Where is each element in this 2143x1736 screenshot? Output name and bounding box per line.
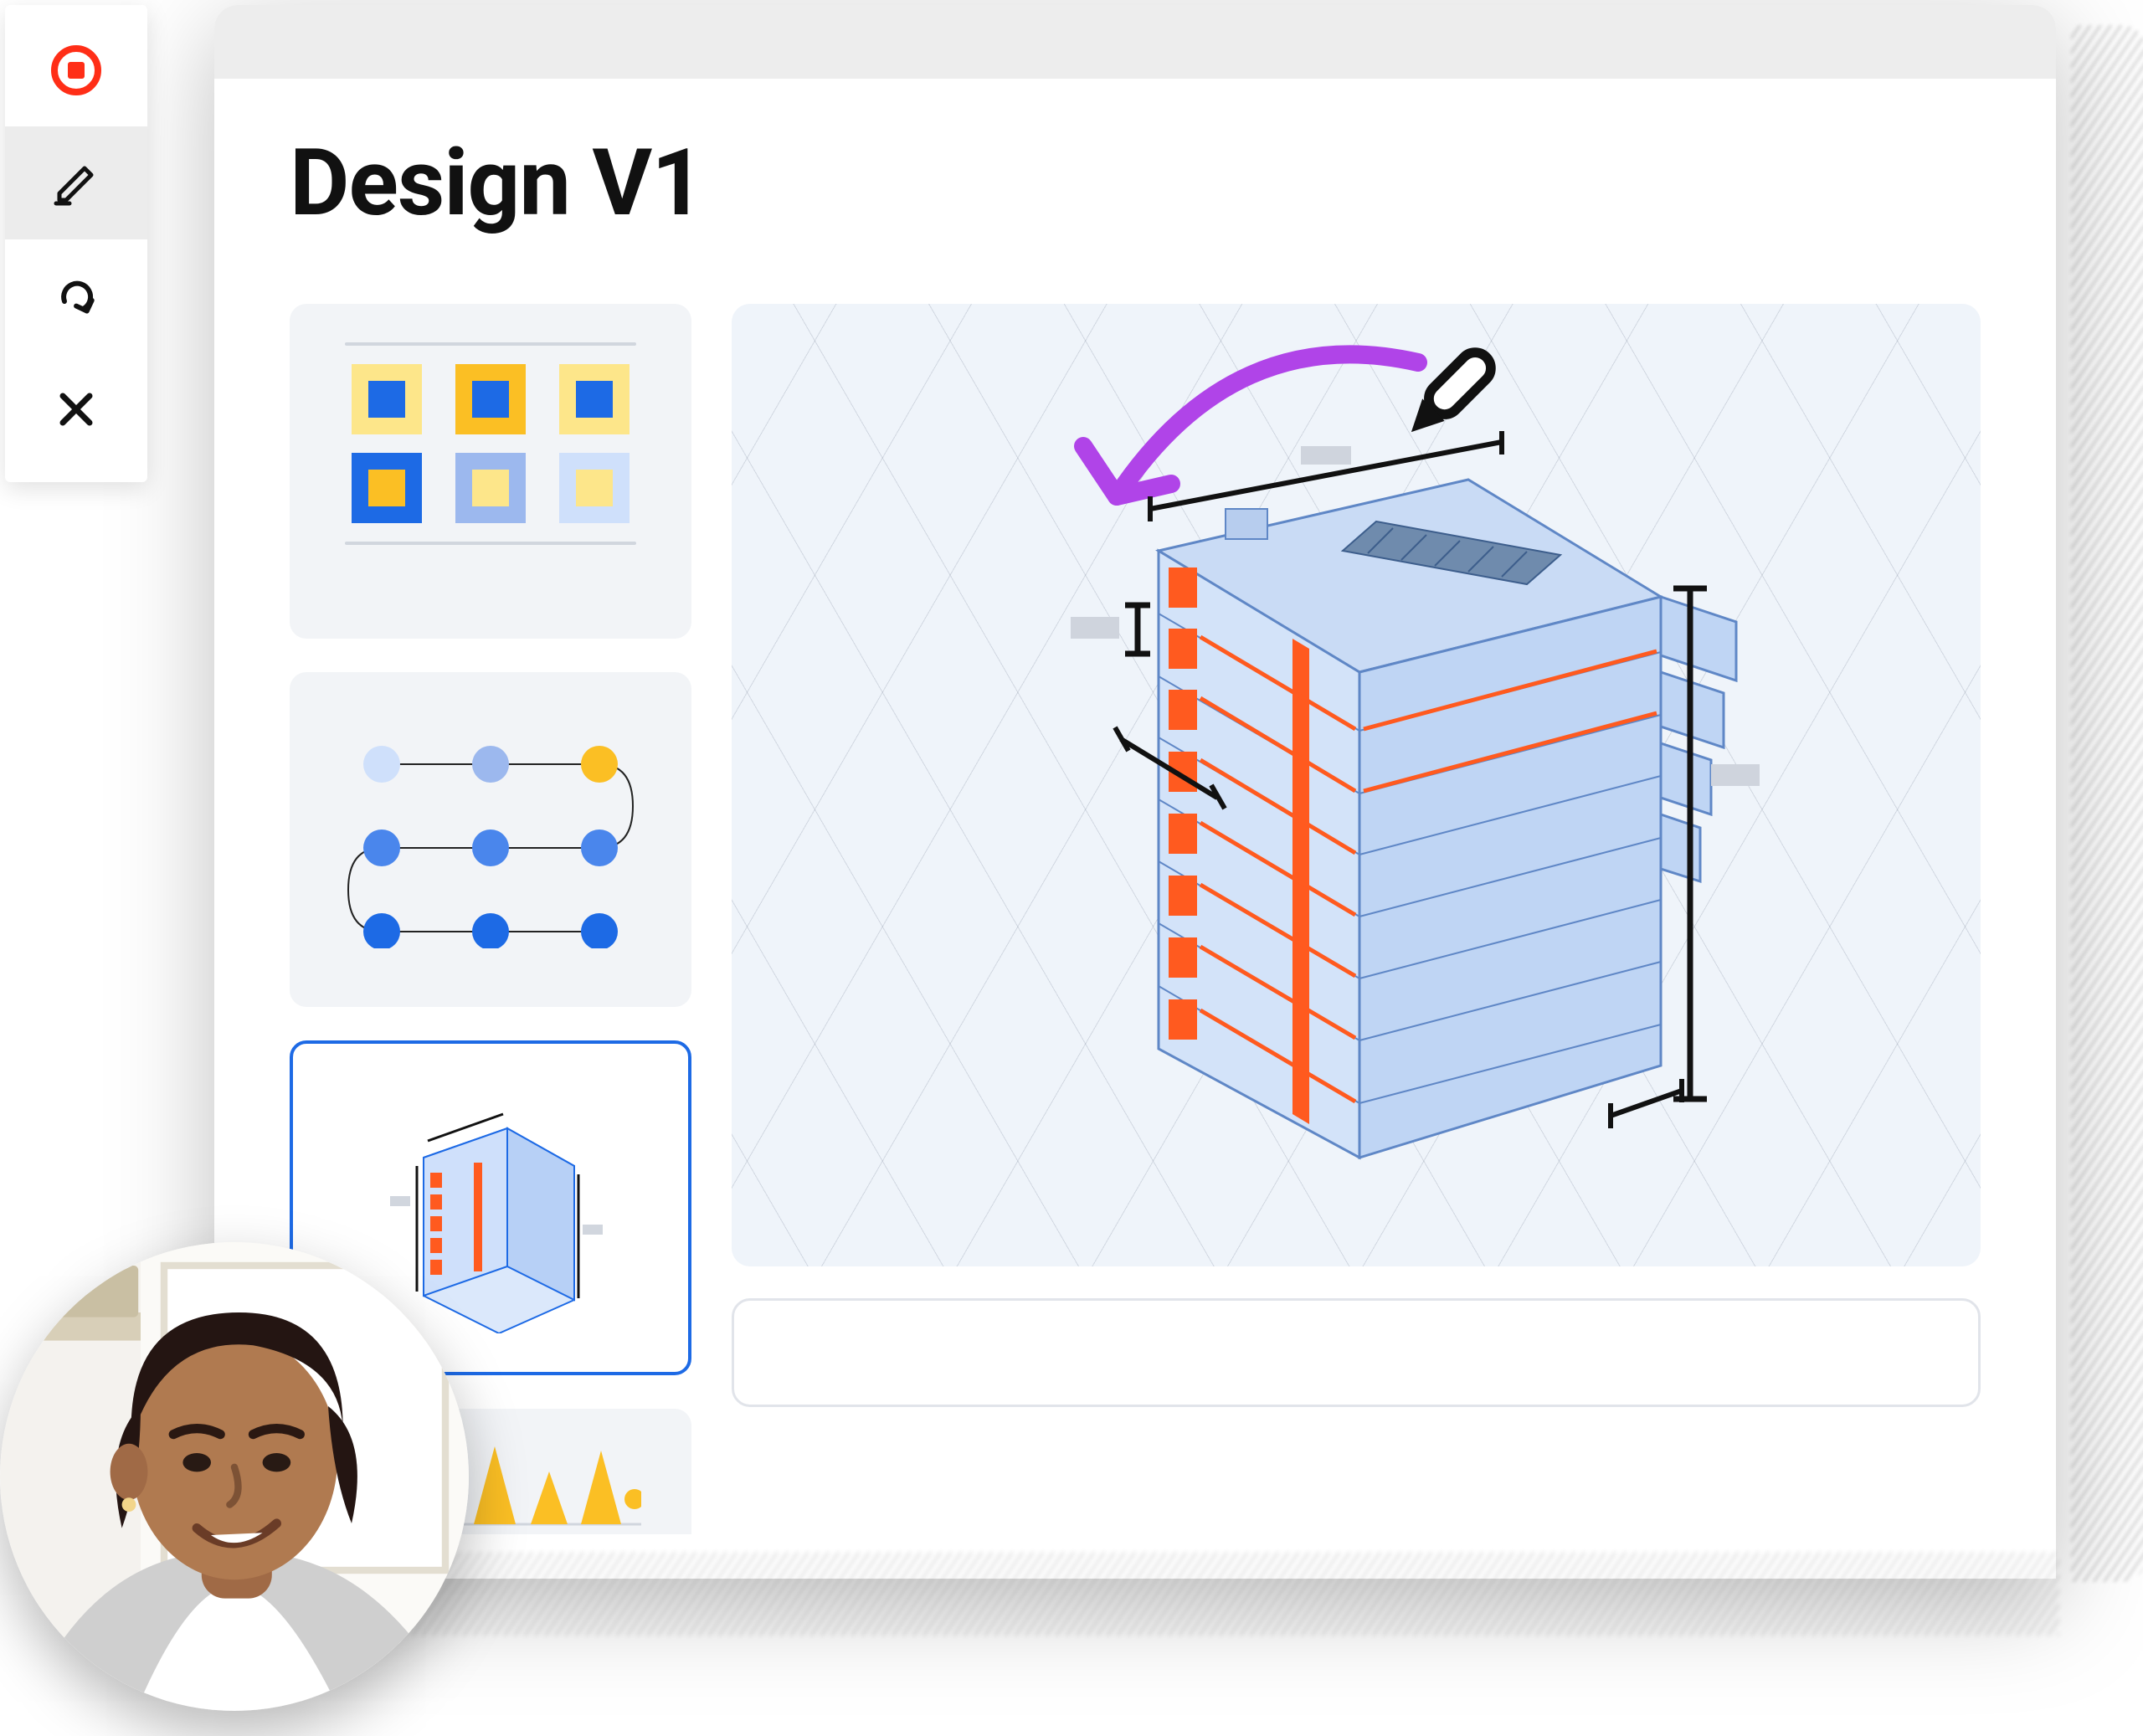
- divider: [345, 542, 636, 545]
- floating-toolbar: [5, 5, 147, 482]
- graph-icon: [328, 731, 653, 948]
- redo-button[interactable]: [5, 239, 147, 352]
- window-shadow-right: [2071, 25, 2143, 1582]
- window-shadow-bottom: [218, 1552, 2059, 1636]
- caption-input[interactable]: [732, 1298, 1981, 1407]
- presenter-avatar[interactable]: [0, 1242, 469, 1711]
- thumb-graph[interactable]: [290, 672, 691, 1007]
- redo-icon: [49, 270, 103, 323]
- close-button[interactable]: [5, 352, 147, 465]
- record-icon: [49, 44, 103, 97]
- design-canvas[interactable]: [732, 304, 1981, 1266]
- window-titlebar[interactable]: [214, 5, 2056, 79]
- close-icon: [49, 383, 103, 436]
- thumb-palette[interactable]: [290, 304, 691, 639]
- building-thumb-icon: [365, 1082, 616, 1333]
- app-window: Design V1: [214, 5, 2056, 1579]
- palette-row: [345, 364, 636, 434]
- dimension-label: [1711, 764, 1760, 786]
- building-model[interactable]: [974, 429, 1812, 1225]
- pencil-icon: [49, 157, 103, 210]
- avatar-image: [0, 1242, 469, 1711]
- dimension-label: [1301, 446, 1351, 465]
- divider: [345, 342, 636, 346]
- edit-button[interactable]: [5, 126, 147, 239]
- record-button[interactable]: [5, 13, 147, 126]
- dimension-label: [1071, 617, 1119, 639]
- palette-row: [345, 453, 636, 523]
- page-title: Design V1: [290, 129, 1981, 237]
